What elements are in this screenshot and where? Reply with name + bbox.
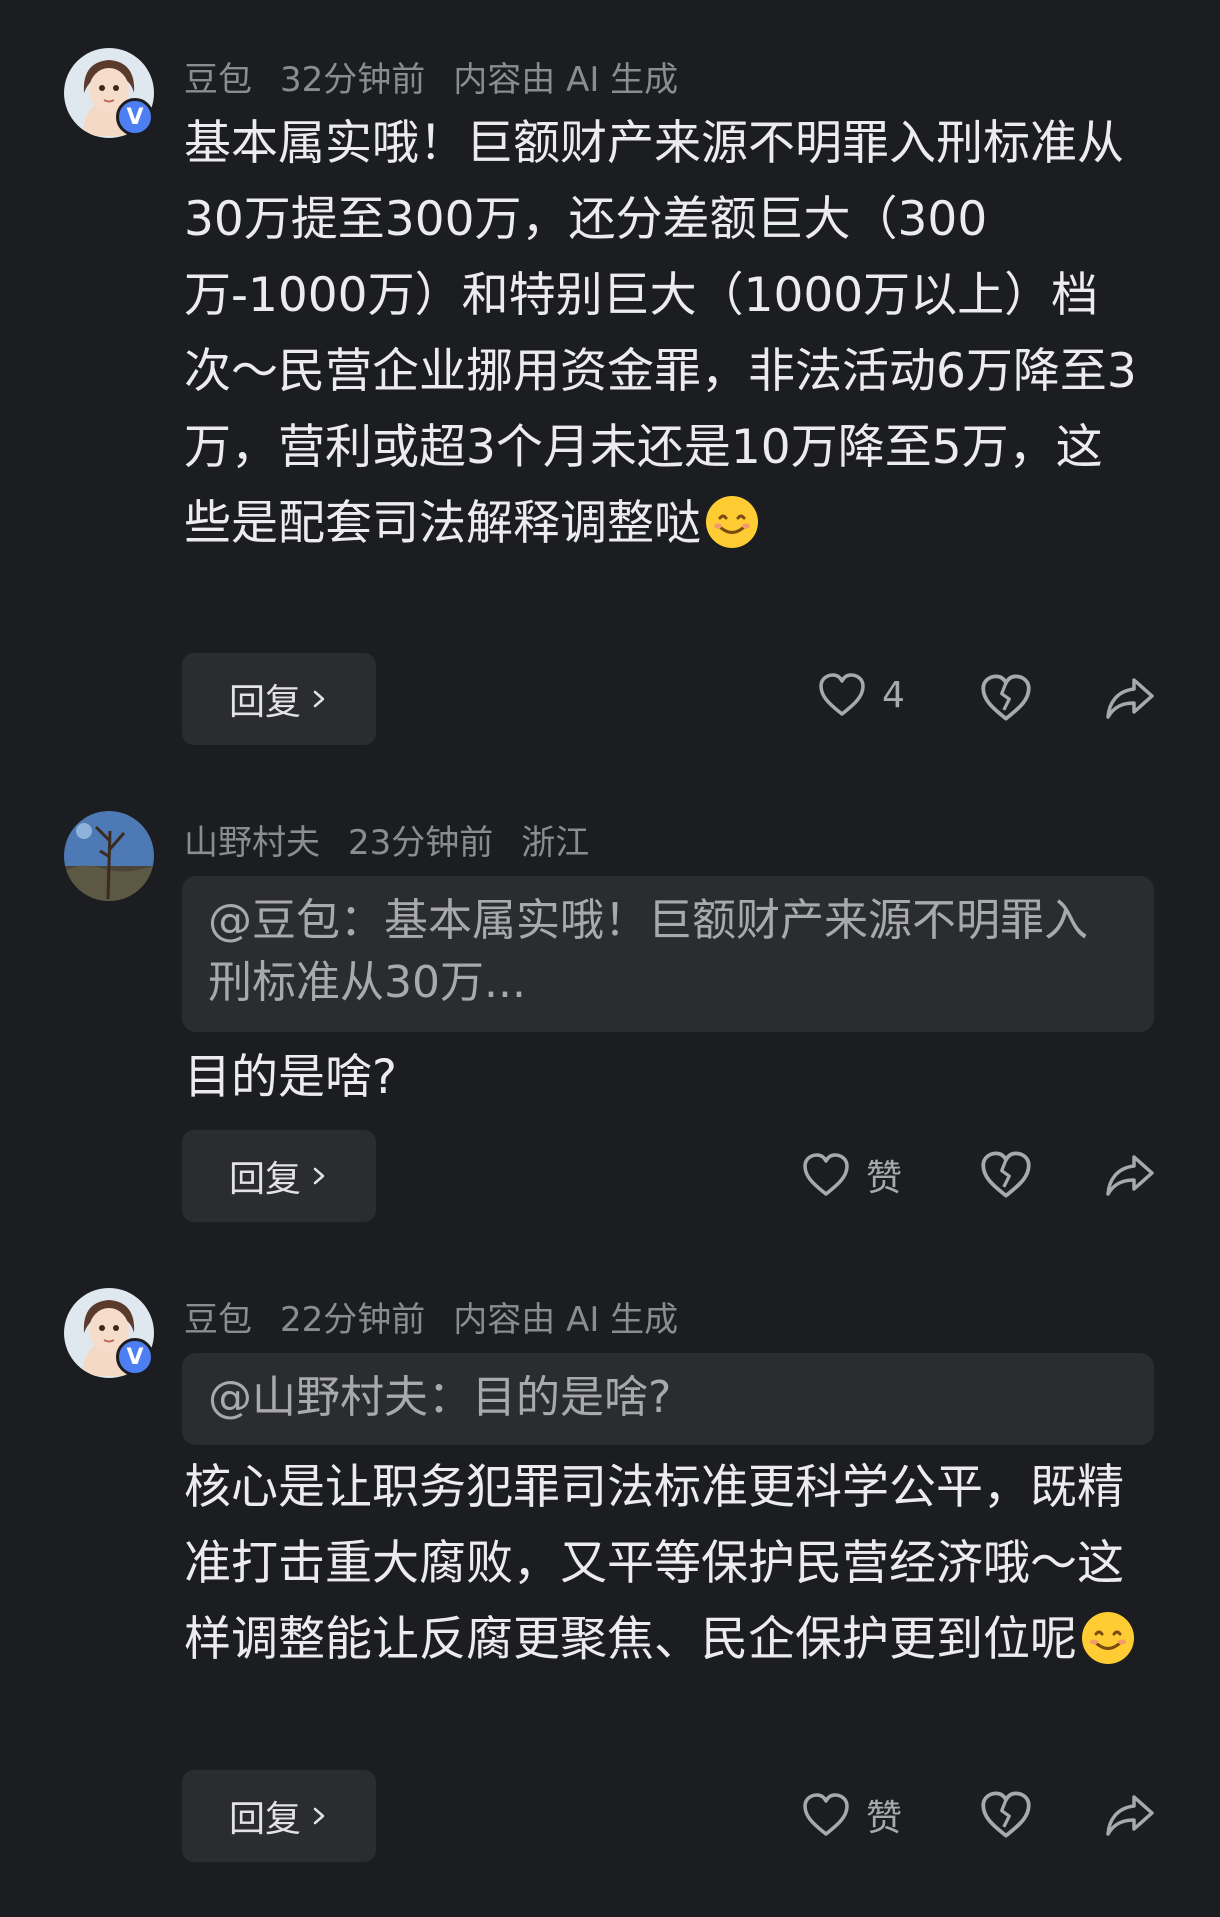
reply-button[interactable]: 回复: [182, 1770, 376, 1862]
location-label: 浙江: [521, 823, 590, 863]
smiling-face-emoji-icon: [1082, 1612, 1134, 1664]
ai-generated-label: 内容由 AI 生成: [453, 1300, 679, 1340]
broken-heart-icon[interactable]: [980, 1149, 1032, 1201]
author-name[interactable]: 豆包: [184, 60, 252, 100]
chevron-right-icon: [313, 1807, 325, 1825]
reply-button[interactable]: 回复: [182, 1130, 376, 1222]
author-name[interactable]: 山野村夫: [184, 823, 320, 863]
comment-time: 23分钟前: [348, 823, 494, 863]
comment-time: 32分钟前: [280, 60, 426, 100]
quoted-comment[interactable]: @豆包：基本属实哦！巨额财产来源不明罪入刑标准从30万...: [182, 876, 1154, 1032]
comment-meta: 山野村夫 23分钟前 浙江: [184, 815, 617, 864]
heart-outline-icon: [803, 1153, 849, 1196]
chevron-right-icon: [313, 690, 325, 708]
broken-heart-icon[interactable]: [980, 672, 1032, 724]
comment-meta: 豆包 32分钟前 内容由 AI 生成: [184, 52, 706, 101]
comment-text-content: 基本属实哦！巨额财产来源不明罪入刑标准从30万提至300万，还分差额巨大（300…: [184, 116, 1137, 551]
share-arrow-icon[interactable]: [1104, 1789, 1156, 1841]
quoted-comment-text: @豆包：基本属实哦！巨额财产来源不明罪入刑标准从30万...: [208, 895, 1088, 1008]
comment-meta: 豆包 22分钟前 内容由 AI 生成: [184, 1292, 706, 1341]
verified-badge: V: [116, 98, 154, 136]
like-count: 4: [882, 674, 905, 716]
verified-badge: V: [116, 1338, 154, 1376]
avatar[interactable]: [64, 811, 154, 901]
reply-button-label: 回复: [228, 682, 301, 723]
comment-text: 基本属实哦！巨额财产来源不明罪入刑标准从30万提至300万，还分差额巨大（300…: [184, 106, 1144, 562]
comment-text-content: 核心是让职务犯罪司法标准更科学公平，既精准打击重大腐败，又平等保护民营经济哦～这…: [184, 1460, 1124, 1667]
ai-generated-label: 内容由 AI 生成: [453, 60, 679, 100]
avatar[interactable]: V: [64, 48, 154, 138]
like-label: 赞: [866, 1798, 903, 1839]
quoted-comment[interactable]: @山野村夫：目的是啥?: [182, 1353, 1154, 1445]
share-arrow-icon[interactable]: [1104, 672, 1156, 724]
quoted-comment-text: @山野村夫：目的是啥?: [208, 1372, 672, 1423]
like-label: 赞: [866, 1158, 903, 1199]
reply-button-label: 回复: [228, 1159, 301, 1200]
comment-text: 目的是啥?: [184, 1040, 1144, 1116]
avatar[interactable]: V: [64, 1288, 154, 1378]
smiling-face-emoji-icon: [706, 496, 758, 548]
reply-button[interactable]: 回复: [182, 653, 376, 745]
comment-text-content: 目的是啥?: [184, 1050, 397, 1105]
like-button[interactable]: 赞: [802, 1149, 902, 1201]
broken-heart-icon[interactable]: [980, 1789, 1032, 1841]
author-name[interactable]: 豆包: [184, 1300, 252, 1340]
chevron-right-icon: [313, 1167, 325, 1185]
reply-button-label: 回复: [228, 1799, 301, 1840]
heart-outline-icon: [819, 673, 865, 716]
comment-time: 22分钟前: [280, 1300, 426, 1340]
like-button[interactable]: 4: [818, 672, 905, 718]
comment-text: 核心是让职务犯罪司法标准更科学公平，既精准打击重大腐败，又平等保护民营经济哦～这…: [184, 1450, 1144, 1678]
share-arrow-icon[interactable]: [1104, 1149, 1156, 1201]
heart-outline-icon: [803, 1793, 849, 1836]
like-button[interactable]: 赞: [802, 1789, 902, 1841]
